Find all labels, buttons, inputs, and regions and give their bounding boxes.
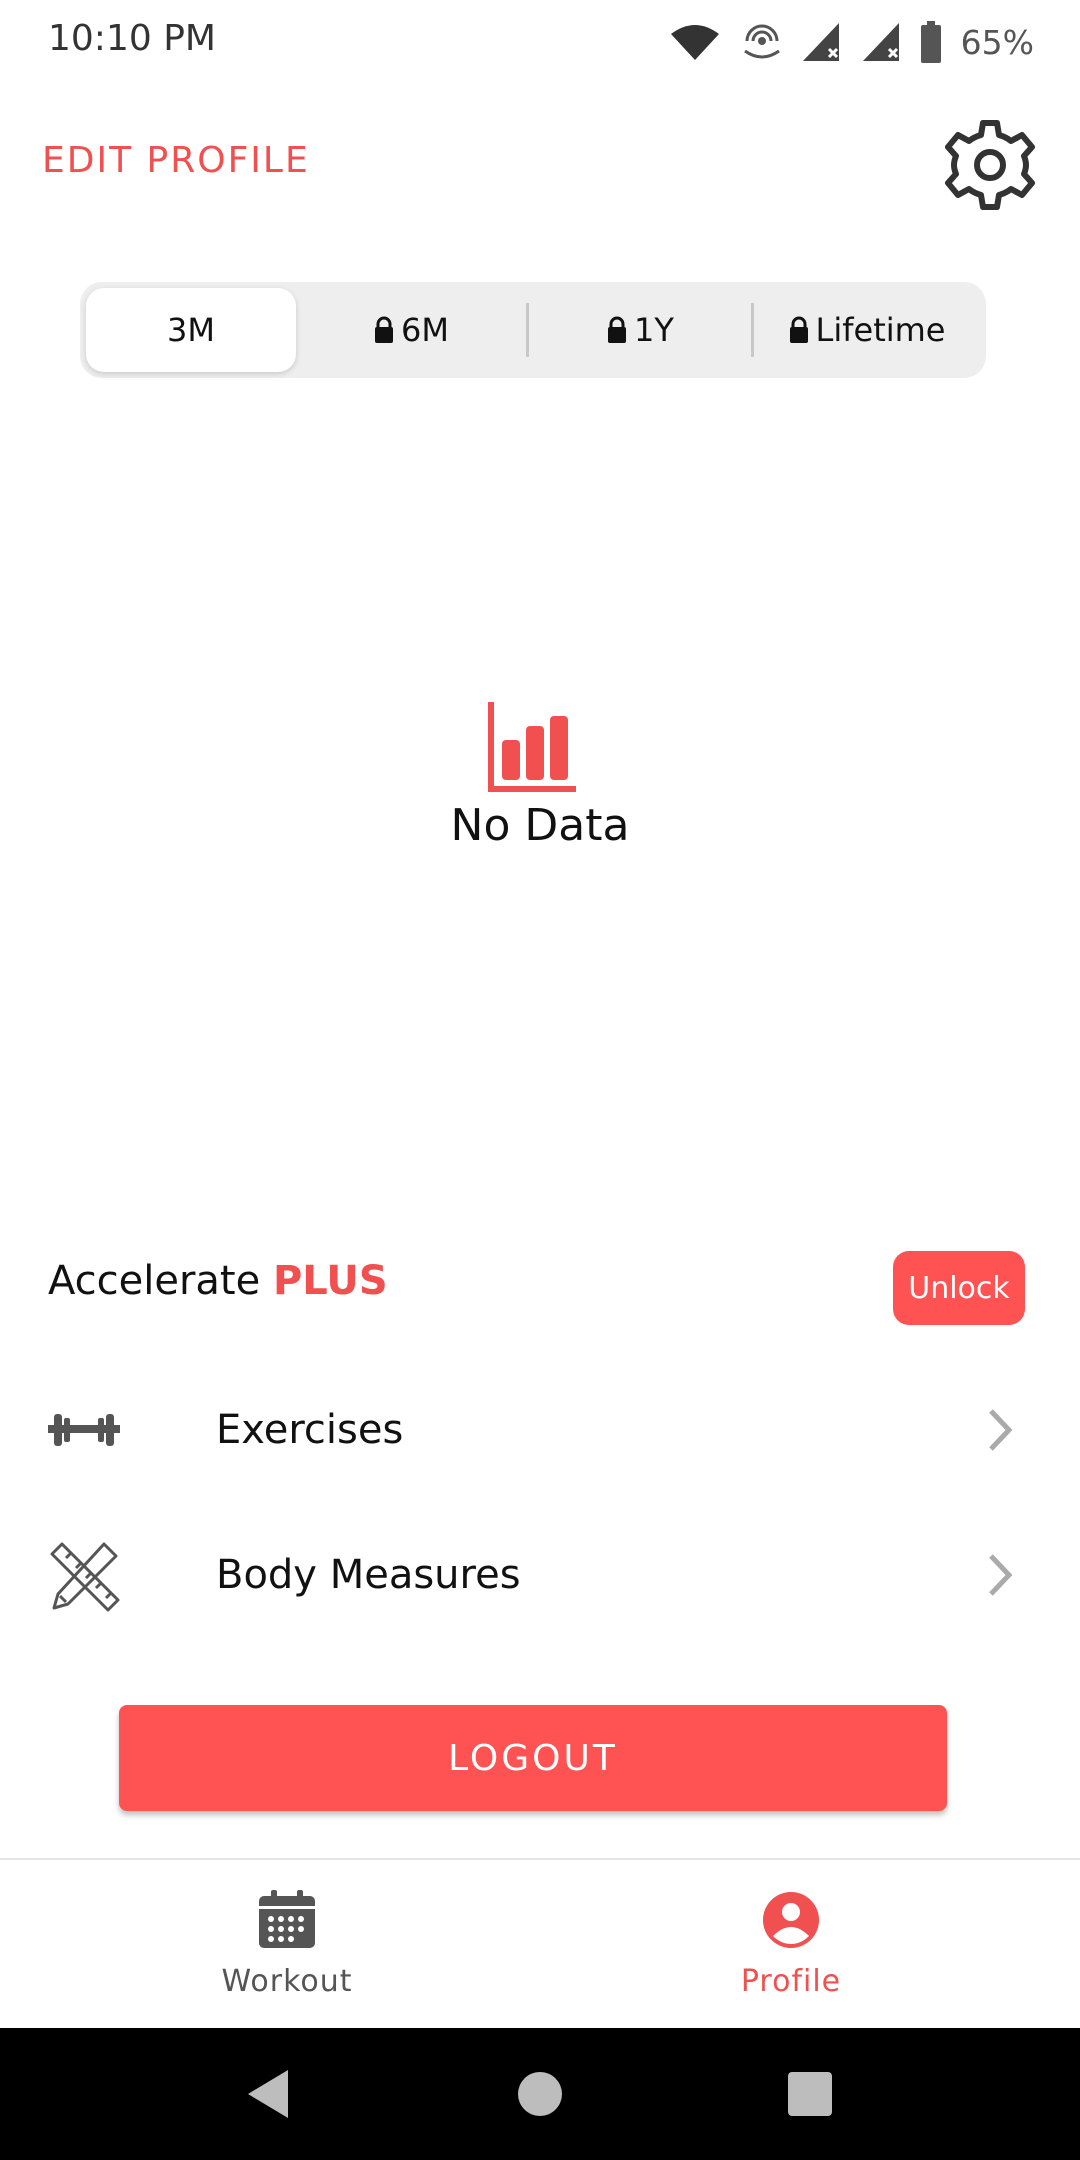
unlock-button[interactable]: Unlock	[893, 1251, 1025, 1325]
nav-label: Workout	[221, 1964, 353, 1999]
plus-prefix: Accelerate	[48, 1258, 261, 1304]
list-item-body-measures[interactable]: Body Measures	[0, 1510, 1080, 1640]
recents-icon[interactable]	[780, 2064, 840, 2124]
tab-1y[interactable]: 1Y	[529, 288, 751, 372]
lock-icon	[789, 316, 808, 343]
back-icon[interactable]	[238, 2064, 298, 2124]
tab-label: 3M	[167, 311, 215, 349]
plus-banner: Accelerate PLUS	[48, 1258, 388, 1304]
home-icon[interactable]	[510, 2064, 570, 2124]
calendar-icon	[259, 1890, 315, 1948]
tab-3m[interactable]: 3M	[86, 288, 296, 372]
chevron-right-icon	[989, 1554, 1013, 1596]
bar-chart-icon	[488, 702, 576, 792]
signal-icon	[862, 23, 899, 61]
tab-label: 1Y	[634, 311, 674, 349]
gear-icon	[945, 120, 1035, 210]
nav-item-profile[interactable]: Profile	[641, 1880, 941, 2010]
settings-button[interactable]	[940, 115, 1040, 215]
hotspot-icon	[743, 24, 780, 59]
plus-highlight: PLUS	[272, 1258, 388, 1304]
list-item-exercises[interactable]: Exercises	[0, 1365, 1080, 1495]
tab-6m[interactable]: 6M	[296, 288, 526, 372]
battery-percent: 65%	[960, 22, 1034, 62]
list-item-label: Body Measures	[216, 1552, 521, 1598]
battery-icon	[920, 21, 941, 63]
wifi-icon	[670, 25, 719, 60]
status-icons: 65%	[665, 14, 1034, 70]
nav-item-workout[interactable]: Workout	[137, 1880, 437, 2010]
status-bar: 10:10 PM 65%	[0, 0, 1080, 84]
list-item-label: Exercises	[216, 1407, 404, 1453]
ruler-pencil-icon	[50, 1542, 120, 1612]
tab-lifetime[interactable]: Lifetime	[754, 288, 979, 372]
bottom-nav-divider	[0, 1858, 1080, 1860]
chevron-right-icon	[989, 1409, 1013, 1451]
logout-button[interactable]: LOGOUT	[119, 1705, 947, 1811]
tab-label: Lifetime	[815, 311, 946, 349]
nav-label: Profile	[740, 1964, 842, 1999]
status-time: 10:10 PM	[48, 18, 216, 59]
user-circle-icon	[763, 1892, 819, 1948]
lock-icon	[375, 316, 394, 343]
system-nav-bar	[0, 2028, 1080, 2160]
signal-icon	[802, 23, 839, 61]
edit-profile-button[interactable]: EDIT PROFILE	[42, 140, 310, 181]
empty-state-text: No Data	[450, 800, 630, 851]
lock-icon	[608, 316, 627, 343]
tab-label: 6M	[401, 311, 449, 349]
dumbbell-icon	[48, 1414, 120, 1446]
range-tabs: 3M 6M 1Y Lifetime	[80, 282, 986, 378]
